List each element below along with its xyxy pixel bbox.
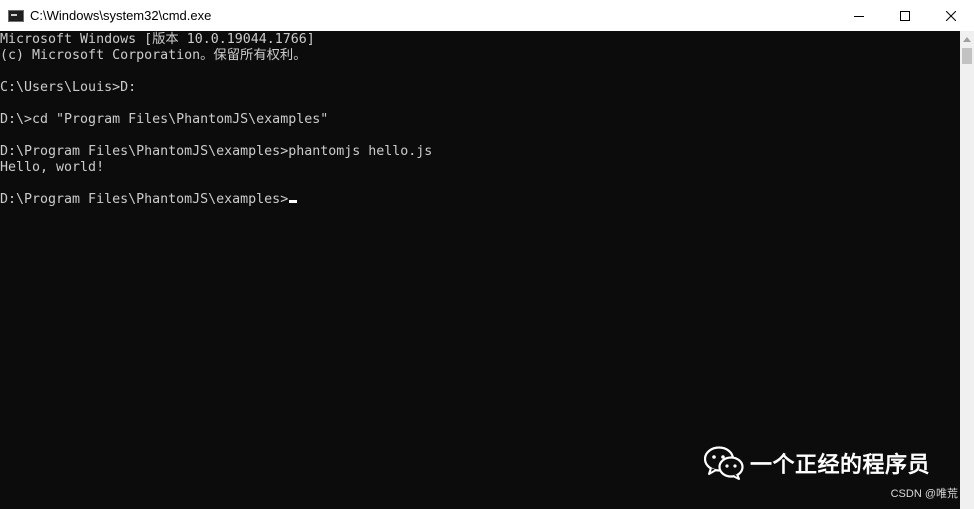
vertical-scrollbar[interactable] xyxy=(960,31,974,509)
console-line: Hello, world! xyxy=(0,160,105,175)
console-line: C:\Users\Louis>D: xyxy=(0,80,137,95)
window-title: C:\Windows\system32\cmd.exe xyxy=(30,8,212,23)
console-line: (c) Microsoft Corporation。保留所有权利。 xyxy=(0,48,307,63)
scroll-thumb[interactable] xyxy=(962,48,972,64)
cmd-window: C:\Windows\system32\cmd.exe Microsoft Wi… xyxy=(0,0,974,509)
title-bar[interactable]: C:\Windows\system32\cmd.exe xyxy=(0,0,974,31)
wechat-icon xyxy=(704,446,744,480)
cmd-app-icon[interactable] xyxy=(8,9,24,22)
console-output[interactable]: Microsoft Windows [版本 10.0.19044.1766] (… xyxy=(0,31,960,509)
close-icon xyxy=(946,10,956,21)
minimize-icon xyxy=(854,15,864,17)
watermark: 一个正经的程序员 xyxy=(704,446,930,480)
console-line: D:\Program Files\PhantomJS\examples>phan… xyxy=(0,144,433,159)
scroll-up-button[interactable] xyxy=(960,31,974,47)
close-button[interactable] xyxy=(928,0,974,31)
console-prompt: D:\Program Files\PhantomJS\examples> xyxy=(0,192,289,207)
console-line: D:\>cd "Program Files\PhantomJS\examples… xyxy=(0,112,329,127)
minimize-button[interactable] xyxy=(836,0,882,31)
csdn-attribution: CSDN @唯荒 xyxy=(890,488,958,500)
text-cursor xyxy=(289,200,298,203)
maximize-icon xyxy=(900,10,910,21)
console-prompt-line[interactable]: D:\Program Files\PhantomJS\examples> xyxy=(0,192,960,208)
caption-buttons xyxy=(836,0,974,31)
scroll-up-arrow-icon xyxy=(963,36,971,42)
maximize-button[interactable] xyxy=(882,0,928,31)
console-line: Microsoft Windows [版本 10.0.19044.1766] xyxy=(0,32,315,47)
watermark-title: 一个正经的程序员 xyxy=(750,453,931,478)
